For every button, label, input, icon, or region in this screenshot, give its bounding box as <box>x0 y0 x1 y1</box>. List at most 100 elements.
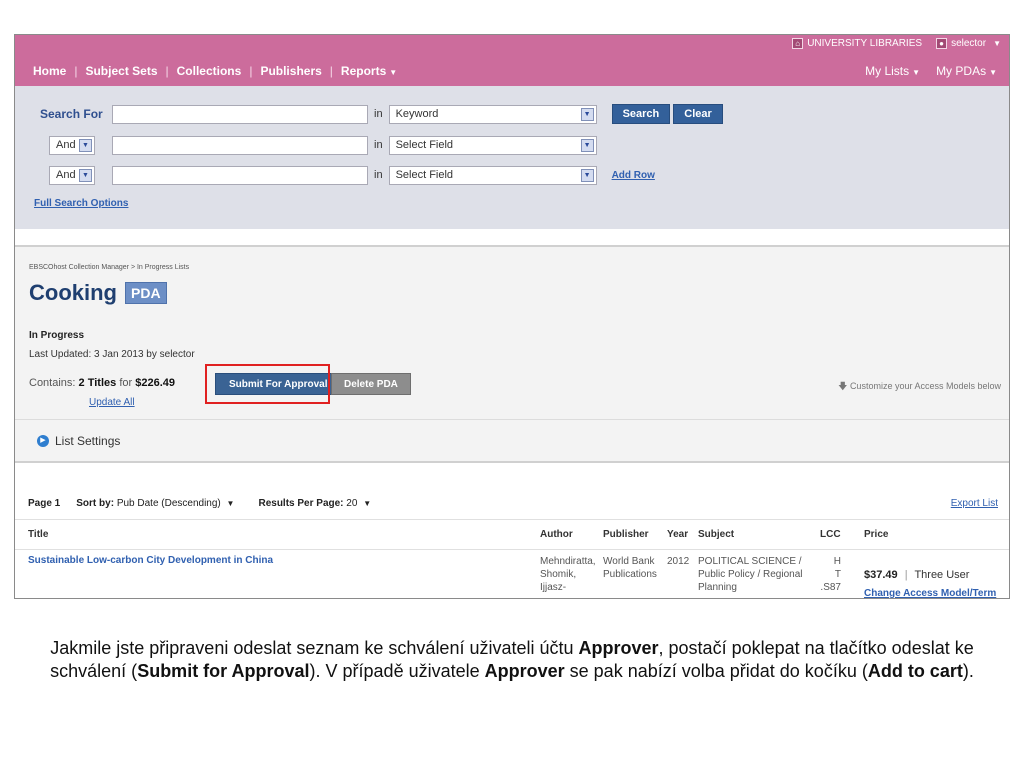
clear-button[interactable]: Clear <box>673 104 723 124</box>
operator-select-2[interactable]: And ▼ <box>49 135 95 155</box>
search-input-1[interactable] <box>112 104 368 124</box>
for-label: for <box>119 377 133 389</box>
in-label: in <box>374 169 383 181</box>
nav-reports-label: Reports <box>340 64 387 78</box>
search-button[interactable]: Search <box>611 104 671 124</box>
col-lcc[interactable]: LCC <box>820 529 841 540</box>
customize-note: 🡇 Customize your Access Models below <box>838 379 1001 395</box>
titles-count: 2 Titles <box>78 377 117 389</box>
slide-caption: Jakmile jste připraveni odeslat seznam k… <box>40 637 984 683</box>
col-publisher[interactable]: Publisher <box>603 529 649 540</box>
chevron-down-icon: ▼ <box>79 168 92 182</box>
per-page-dropdown[interactable]: Results Per Page: 20 ▼ <box>258 498 371 509</box>
sort-dropdown[interactable]: Sort by: Pub Date (Descending) ▼ <box>76 498 234 509</box>
divider <box>15 549 1009 550</box>
row-author: Mehndiratta, Shomik, Ijjasz- <box>540 555 596 594</box>
search-row-3: And ▼ in Select Field ▼ Add Row <box>15 165 655 185</box>
col-price[interactable]: Price <box>864 529 888 540</box>
full-search-options-link[interactable]: Full Search Options <box>34 198 128 209</box>
breadcrumb[interactable]: EBSCOhost Collection Manager > In Progre… <box>29 264 189 271</box>
chevron-down-icon: ▼ <box>580 168 594 182</box>
nav-separator: | <box>74 64 78 78</box>
institution-label: UNIVERSITY LIBRARIES <box>807 38 923 49</box>
list-settings-label: List Settings <box>55 433 121 448</box>
search-input-2[interactable] <box>112 135 368 155</box>
in-label: in <box>374 139 383 151</box>
operator-value: And <box>56 139 76 151</box>
export-list-link[interactable]: Export List <box>951 498 998 509</box>
author-line: Shomik, <box>540 569 577 580</box>
in-label: in <box>374 108 383 120</box>
caption-bold: Add to cart <box>867 661 963 681</box>
delete-pda-button[interactable]: Delete PDA <box>331 373 411 395</box>
institution-link[interactable]: ⌂ UNIVERSITY LIBRARIES <box>792 38 922 49</box>
col-title[interactable]: Title <box>28 529 48 540</box>
access-model: Three User <box>914 569 970 581</box>
add-row-link[interactable]: Add Row <box>612 170 655 181</box>
subject-line: Public Policy / Regional <box>698 569 803 580</box>
nav-collections[interactable]: Collections <box>177 64 242 78</box>
customize-label: Customize your Access Models below <box>849 381 1001 391</box>
results-toolbar: Page 1 Sort by: Pub Date (Descending) ▼ … <box>28 498 1000 509</box>
col-year[interactable]: Year <box>667 529 688 540</box>
field-select-1[interactable]: Keyword ▼ <box>388 104 597 124</box>
search-row-2: And ▼ in Select Field ▼ <box>15 135 597 155</box>
full-options-row: Full Search Options <box>34 193 128 213</box>
utility-links: ⌂ UNIVERSITY LIBRARIES ● selector ▼ <box>792 38 1001 49</box>
page-indicator: Page 1 <box>28 498 61 509</box>
field-select-value: Select Field <box>395 169 454 181</box>
caption-text: ). V případě uživatele <box>309 661 485 681</box>
operator-select-3[interactable]: And ▼ <box>49 165 95 185</box>
arrow-down-icon: 🡇 <box>838 381 848 391</box>
nav-my-lists[interactable]: My Lists ▼ <box>865 64 920 78</box>
lcc-line: T <box>834 569 841 580</box>
author-line: Ijjasz- <box>540 582 567 593</box>
chevron-down-icon: ▼ <box>580 107 594 121</box>
caption-bold: Approver <box>578 638 659 658</box>
sort-value: Pub Date (Descending) <box>116 498 221 509</box>
row-lcc: H T .S87 <box>815 555 841 594</box>
list-panel: EBSCOhost Collection Manager > In Progre… <box>15 245 1009 463</box>
contains-label: Contains: <box>29 377 76 389</box>
sort-label: Sort by: <box>76 498 115 509</box>
publisher-line: World Bank <box>603 556 655 567</box>
search-row-1: Search For in Keyword ▼ Search Clear <box>15 104 723 124</box>
list-settings-toggle[interactable]: ▶ List Settings <box>15 419 1009 461</box>
row-title-link[interactable]: Sustainable Low-carbon City Development … <box>28 555 273 566</box>
author-line: Mehndiratta, <box>540 556 596 567</box>
nav-right: My Lists ▼ My PDAs ▼ <box>865 64 997 78</box>
change-access-model-link[interactable]: Change Access Model/Term <box>864 588 996 598</box>
caption-text: Jakmile jste připraveni odeslat seznam k… <box>50 638 579 658</box>
search-for-label: Search For <box>40 107 103 121</box>
search-input-3[interactable] <box>112 165 368 185</box>
price-value: $37.49 <box>864 569 898 581</box>
per-page-label: Results Per Page: <box>258 498 344 509</box>
row-publisher: World Bank Publications <box>603 555 657 581</box>
per-page-value: 20 <box>346 498 358 509</box>
list-total: $226.49 <box>135 377 175 389</box>
user-menu[interactable]: ● selector ▼ <box>936 38 1001 49</box>
nav-home[interactable]: Home <box>33 64 66 78</box>
chevron-down-icon: ▼ <box>989 68 997 77</box>
field-select-value: Keyword <box>395 108 439 120</box>
field-select-value: Select Field <box>395 139 454 151</box>
update-all-link[interactable]: Update All <box>89 397 135 408</box>
subject-line: POLITICAL SCIENCE / <box>698 556 802 567</box>
nav-my-lists-label: My Lists <box>865 64 910 78</box>
col-subject[interactable]: Subject <box>698 529 734 540</box>
row-price: $37.49 | Three User <box>864 569 969 581</box>
lcc-line: .S87 <box>820 582 841 593</box>
operator-value: And <box>56 169 76 181</box>
caption-text: se pak nabízí volba přidat do kočíku ( <box>564 661 868 681</box>
field-select-3[interactable]: Select Field ▼ <box>388 165 597 185</box>
nav-separator: | <box>165 64 169 78</box>
nav-reports[interactable]: Reports ▼ <box>341 64 397 78</box>
col-author[interactable]: Author <box>540 529 573 540</box>
nav-publishers[interactable]: Publishers <box>260 64 321 78</box>
main-nav: Home | Subject Sets | Collections | Publ… <box>33 64 397 78</box>
field-select-2[interactable]: Select Field ▼ <box>388 135 597 155</box>
nav-subject-sets[interactable]: Subject Sets <box>85 64 157 78</box>
nav-my-pdas[interactable]: My PDAs ▼ <box>936 64 997 78</box>
highlight-box <box>205 364 330 404</box>
list-title: Cooking <box>29 280 117 305</box>
